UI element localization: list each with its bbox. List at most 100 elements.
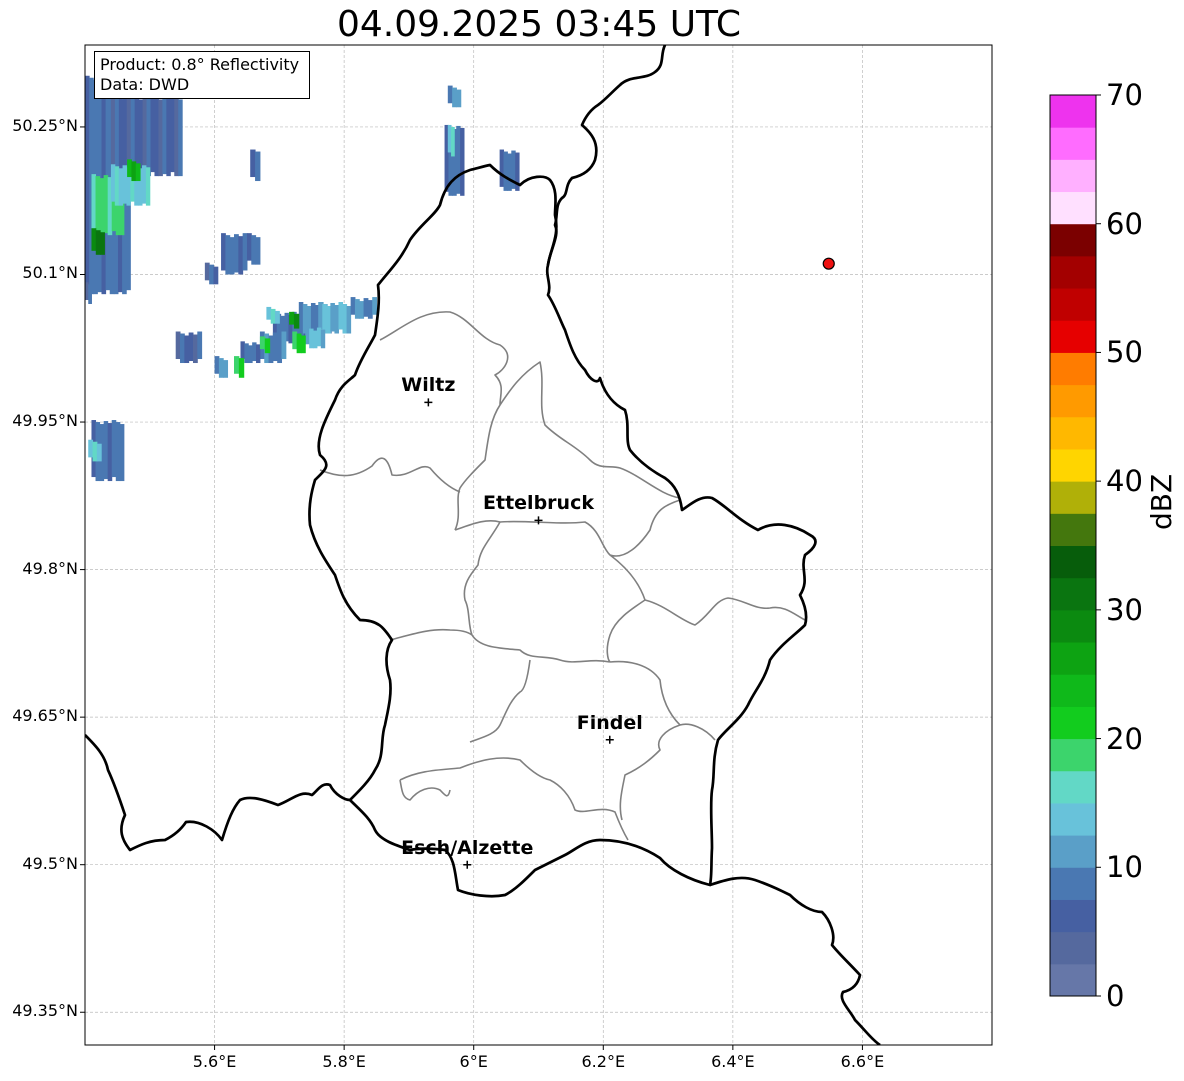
radar-echo-cell (330, 303, 335, 332)
radar-echo-cell (162, 96, 167, 175)
radar-echo-cell (309, 328, 314, 349)
radar-echo-cell (166, 98, 171, 177)
colorbar-tick-label: 10 (1106, 850, 1143, 885)
lat-tick-label: 49.95°N (12, 411, 78, 431)
radar-echo-cell (264, 338, 271, 354)
colorbar-segment (1050, 674, 1096, 707)
radar-echo-cell (110, 95, 116, 173)
colorbar-segment (1050, 448, 1096, 482)
radar-echo-cell (460, 127, 465, 196)
colorbar-tick-label: 50 (1106, 335, 1143, 370)
colorbar-tick-label: 60 (1106, 206, 1143, 241)
radar-echo-cell (154, 97, 159, 177)
radar-echo-cell (214, 356, 220, 374)
radar-echo-cell (250, 149, 256, 178)
radar-echo-cell (326, 306, 331, 334)
colorbar-segment (1050, 706, 1096, 740)
radar-echo-cell (204, 262, 210, 281)
radar-echo-cell (252, 342, 257, 362)
lon-tick-label: 6.4°E (711, 1052, 755, 1071)
radar-echo-cell (359, 301, 365, 319)
colorbar-segment (1050, 899, 1096, 933)
radar-echo-cell (251, 235, 257, 265)
colorbar-segment (1050, 288, 1096, 321)
radar-echo-cell (234, 356, 240, 374)
radar-echo-cell (248, 345, 253, 364)
lat-tick-label: 50.25°N (12, 115, 78, 135)
data-source-text: Data: DWD (100, 75, 190, 94)
radar-echo-cell (221, 233, 226, 271)
colorbar-segment (1050, 738, 1096, 772)
radar-echo-cell (135, 163, 141, 182)
radar-echo-cell (184, 335, 190, 364)
colorbar-segment (1050, 416, 1096, 450)
radar-echo-cell (103, 421, 109, 480)
radar-echo-cell (118, 99, 124, 177)
radar-echo-cell (447, 85, 453, 104)
colorbar-tick-label: 30 (1106, 592, 1143, 627)
lon-tick-label: 5.8°E (322, 1052, 366, 1071)
germany-east-border (546, 45, 667, 266)
radar-echo-cell (174, 97, 179, 177)
map-frame (84, 44, 993, 1046)
colorbar-segment (1050, 835, 1096, 868)
colorbar-segment (1050, 867, 1096, 900)
colorbar-segment (1050, 320, 1096, 353)
axis-ticks (80, 126, 863, 1050)
radar-echo-cell (96, 443, 102, 462)
radar-echo-layer (85, 75, 520, 482)
radar-echo-cell (346, 306, 352, 334)
radar-echo-cell (91, 228, 97, 251)
radar-echo-cell (244, 343, 249, 364)
radar-echo-cell (234, 234, 239, 273)
radar-echo-cell (127, 159, 132, 178)
radar-echo-cell (266, 306, 272, 320)
radar-echo-cell (192, 334, 198, 364)
colorbar-tick-label: 0 (1106, 979, 1125, 1013)
radar-echo-cell (209, 264, 214, 285)
radar-echo-cell (316, 327, 322, 347)
lat-tick-label: 49.65°N (12, 706, 78, 726)
radar-echo-cell (170, 95, 175, 173)
radar-echo-cell (180, 333, 185, 364)
colorbar-tick-label: 40 (1106, 464, 1143, 499)
germany-south-border (709, 876, 881, 1045)
radar-echo-cell (363, 298, 369, 317)
lat-tick-label: 49.5°N (22, 853, 78, 873)
colorbar-segment (1050, 770, 1096, 804)
city-label: Ettelbruck (483, 492, 594, 515)
radar-echo-cell (175, 331, 181, 360)
radar-echo-cell (223, 360, 229, 378)
radar-echo-cell (145, 167, 151, 206)
colorbar-segment (1050, 127, 1096, 160)
radar-echo-cell (259, 336, 266, 350)
radar-echo-cell (238, 358, 245, 378)
radar-echo-cell (119, 424, 125, 482)
radar-echo-cell (342, 304, 348, 334)
radar-echo-cell (456, 125, 461, 194)
radar-echo-cell (456, 89, 462, 108)
city-label: Wiltz (401, 374, 456, 397)
colorbar-segment (1050, 481, 1096, 514)
radar-echo-cell (298, 302, 304, 330)
radar-echo-cell (503, 151, 508, 191)
radar-echo-cell (95, 176, 101, 236)
radar-echo-cell (178, 99, 183, 177)
radar-echo-cell (118, 168, 124, 206)
colorbar-segment (1050, 191, 1096, 225)
radar-echo-cell (150, 95, 155, 173)
lat-tick-label: 49.35°N (12, 1001, 78, 1021)
radar-echo-cell (240, 341, 245, 360)
radar-echo-cell (229, 237, 235, 275)
product-text: Product: 0.8° Reflectivity (100, 55, 300, 74)
radar-echo-cell (372, 297, 378, 315)
radar-echo-cell (122, 96, 128, 175)
city-label: Findel (576, 711, 643, 734)
radar-echo-cell (238, 236, 244, 275)
colorbar-segment (1050, 223, 1096, 257)
radar-echo-cell (367, 300, 373, 319)
radar-echo-cell (142, 165, 147, 204)
radar-echo-cell (275, 310, 280, 324)
radar-echo-cell (142, 96, 148, 175)
colorbar-segment (1050, 642, 1096, 675)
